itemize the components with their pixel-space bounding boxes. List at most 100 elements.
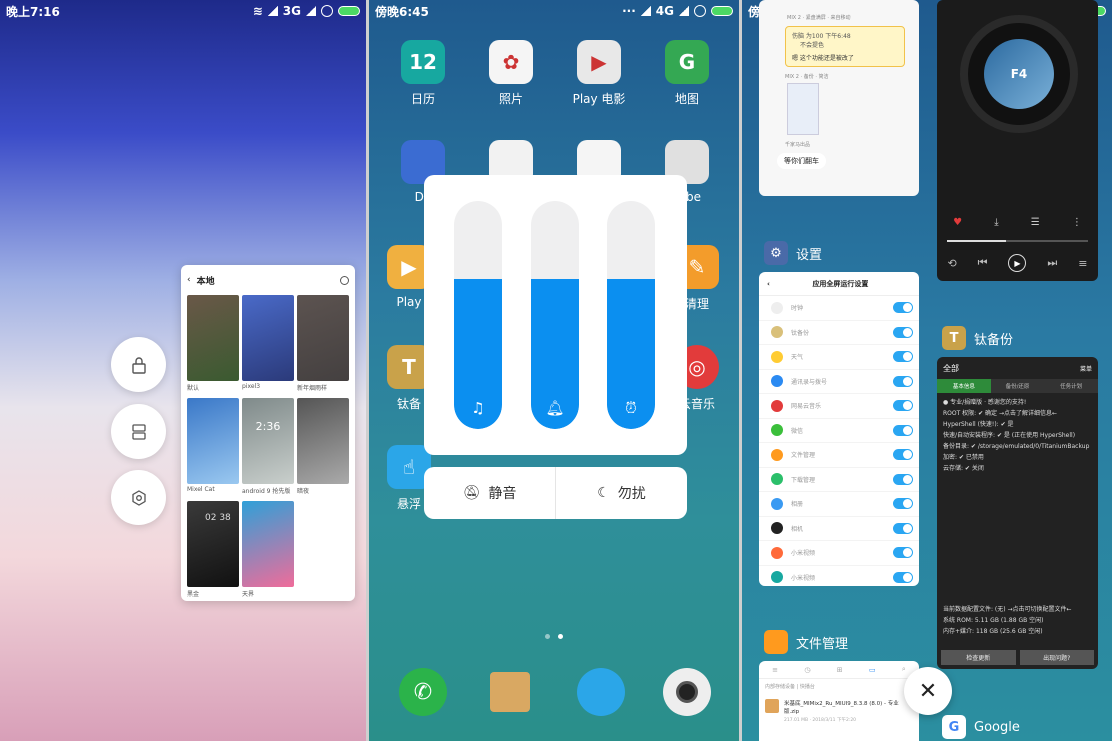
media-volume-slider[interactable]: ♫ <box>454 201 502 429</box>
app-icon-image: ✿ <box>489 40 533 84</box>
heart-icon[interactable]: ♥ <box>953 217 962 228</box>
play-icon[interactable]: ▶ <box>1008 254 1027 272</box>
settings-row[interactable]: 网易云音乐 <box>759 394 919 419</box>
split-screen-button[interactable] <box>111 404 166 459</box>
app-icon[interactable]: ▶ Play 电影 <box>559 40 639 107</box>
titanium-card[interactable]: 全部 菜单 基本信息 备份/还原 任务计划 ● 专业/捐赠版 · 感谢您的支持! RO… <box>937 357 1098 669</box>
toggle-switch[interactable] <box>893 326 913 338</box>
settings-row[interactable]: 小米视频 <box>759 541 919 566</box>
wallpaper-image <box>242 501 294 587</box>
titanium-info-row: 备份目录: ✔ /storage/emulated/0/TitaniumBack… <box>943 443 1090 450</box>
settings-row[interactable]: 下载管理 <box>759 468 919 492</box>
app-label: Play <box>396 295 422 309</box>
more-icon[interactable]: ⋮ <box>1072 217 1082 228</box>
titanium-tab[interactable]: 任务计划 <box>1044 379 1098 393</box>
next-icon[interactable]: ⏭︎ <box>1047 256 1057 270</box>
titanium-filter[interactable]: 全部 <box>943 363 959 374</box>
messages-app[interactable] <box>490 672 530 712</box>
settings-row[interactable]: 小米视频 <box>759 566 919 587</box>
wallpaper-thumb[interactable]: Mixel Cat <box>187 398 239 498</box>
toggle-switch[interactable] <box>893 449 913 461</box>
app-icon <box>771 448 783 461</box>
app-icon[interactable]: ✿ 照片 <box>471 40 551 107</box>
settings-row[interactable]: 微信 <box>759 419 919 443</box>
phone-app[interactable]: ✆ <box>399 668 447 716</box>
file-meta: 217.01 MB · 2018/3/11 下午2:20 <box>784 718 857 723</box>
menu-icon[interactable]: ≡ <box>772 666 778 674</box>
back-icon[interactable]: ‹ <box>767 280 770 288</box>
clock-icon[interactable]: ◷ <box>804 666 810 674</box>
settings-card[interactable]: ‹ 应用全屏运行设置 时钟 钛备份 天气 通讯录与拨号 网易云音乐 微信 文件管理 下载管理相… <box>759 272 919 586</box>
settings-button[interactable] <box>111 470 166 525</box>
chat-card[interactable]: MIX 2 · 紧盘满屏 · 来自移动 伤脑 为100 下午6:48 不会提色 … <box>759 0 919 196</box>
settings-row[interactable]: 文件管理 <box>759 443 919 468</box>
titanium-app-title: 钛备份 <box>974 332 1014 348</box>
camera-app[interactable] <box>663 668 711 716</box>
wallpaper-thumb[interactable]: pixel3 <box>242 295 294 395</box>
search-icon[interactable]: ⌕ <box>902 665 906 674</box>
wallpaper-label: Mixel Cat <box>187 486 215 493</box>
settings-row[interactable]: 钛备份 <box>759 321 919 345</box>
playlist-icon[interactable]: ≡ <box>1078 257 1087 270</box>
prev-icon[interactable]: ⏮︎ <box>978 256 988 270</box>
dnd-mode-button[interactable]: ☾ 勿扰 <box>555 467 687 519</box>
app-icon[interactable]: G 地图 <box>647 40 727 107</box>
app-icon <box>771 546 783 559</box>
dnd-label: 勿扰 <box>617 486 646 502</box>
check-update-button[interactable]: 检查更新 <box>941 650 1016 665</box>
toggle-switch[interactable] <box>893 547 913 559</box>
comment-icon[interactable]: ☰ <box>1031 217 1040 228</box>
app-icon[interactable]: 12 日历 <box>383 40 463 107</box>
wallpaper-thumb[interactable]: 02 38 黑金 <box>187 501 239 601</box>
toggle-switch[interactable] <box>893 424 913 436</box>
wallpaper-label: 黑金 <box>187 591 200 598</box>
settings-row[interactable]: 相册 <box>759 492 919 517</box>
toggle-switch[interactable] <box>893 522 913 534</box>
close-all-button[interactable]: ✕ <box>904 667 952 715</box>
ring-volume-slider[interactable]: 🔔︎ <box>531 201 579 429</box>
wallpaper-card[interactable]: ‹ 本地 默认 pixel3 新年烟雨样 Mixel Cat 2:36 android 9… <box>181 265 355 601</box>
wallpaper-image: 2:36 <box>242 398 294 484</box>
wallpaper-thumb[interactable]: 2:36 android 9 抢先版 <box>242 398 294 498</box>
silent-mode-button[interactable]: 🔕︎ 静音 <box>424 467 555 519</box>
back-icon[interactable]: ‹ <box>187 275 191 285</box>
settings-row[interactable]: 天气 <box>759 345 919 370</box>
lock-button[interactable] <box>111 337 166 392</box>
alarm-volume-slider[interactable]: ⏰︎ <box>607 201 655 429</box>
folder-tab-icon[interactable]: ▭ <box>869 666 876 674</box>
grid-icon[interactable]: ⊞ <box>837 666 843 674</box>
music-player-card[interactable]: F4 ♥ ⤓ ☰ ⋮ ⟲ ⏮︎ ▶ ⏭︎ ≡ <box>937 0 1098 281</box>
wallpaper-thumb[interactable]: 默认 <box>187 295 239 395</box>
titanium-tab[interactable]: 备份/还原 <box>990 379 1045 393</box>
app-icon <box>771 350 783 363</box>
status-bar: 傍晚6:45 ··· 4G <box>369 0 739 22</box>
toggle-switch[interactable] <box>893 351 913 363</box>
files-card[interactable]: ≡ ◷ ⊞ ▭ ⌕ 内部存储设备 | 快播台 米基底_MIMix2_Ru_MIUI9_8… <box>759 661 919 741</box>
progress-track[interactable] <box>947 240 1088 242</box>
settings-row[interactable]: 时钟 <box>759 296 919 321</box>
toggle-switch[interactable] <box>893 375 913 387</box>
toggle-switch[interactable] <box>893 498 913 510</box>
toggle-switch[interactable] <box>893 571 913 583</box>
wallpaper-thumb[interactable]: 暗夜 <box>297 398 349 498</box>
wallpaper-thumb[interactable]: 新年烟雨样 <box>297 295 349 395</box>
bell-off-icon: 🔕︎ <box>462 485 481 501</box>
toggle-switch[interactable] <box>893 473 913 485</box>
titanium-tab[interactable]: 基本信息 <box>937 379 991 393</box>
settings-row[interactable]: 相机 <box>759 517 919 541</box>
chat-image[interactable] <box>787 83 819 135</box>
titanium-menu[interactable]: 菜单 <box>1080 364 1092 373</box>
loop-icon[interactable]: ⟲ <box>947 257 956 270</box>
toggle-switch[interactable] <box>893 302 913 314</box>
download-icon[interactable]: ⤓ <box>994 217 998 228</box>
file-row[interactable]: 米基底_MIMix2_Ru_MIUI9_8.3.8 (8.0) - 专业版.zi… <box>759 694 919 728</box>
search-icon[interactable] <box>340 275 349 285</box>
browser-app[interactable] <box>577 668 625 716</box>
report-problem-button[interactable]: 出现问题? <box>1019 650 1094 665</box>
settings-row[interactable]: 通讯录与拨号 <box>759 370 919 394</box>
titanium-info-row: HyperShell (快速!): ✔ 是 <box>943 421 1014 428</box>
wallpaper-thumb[interactable]: 天界 <box>242 501 294 601</box>
hexagon-settings-icon <box>131 489 146 506</box>
toggle-switch[interactable] <box>893 400 913 412</box>
vinyl-record: F4 <box>960 15 1078 133</box>
